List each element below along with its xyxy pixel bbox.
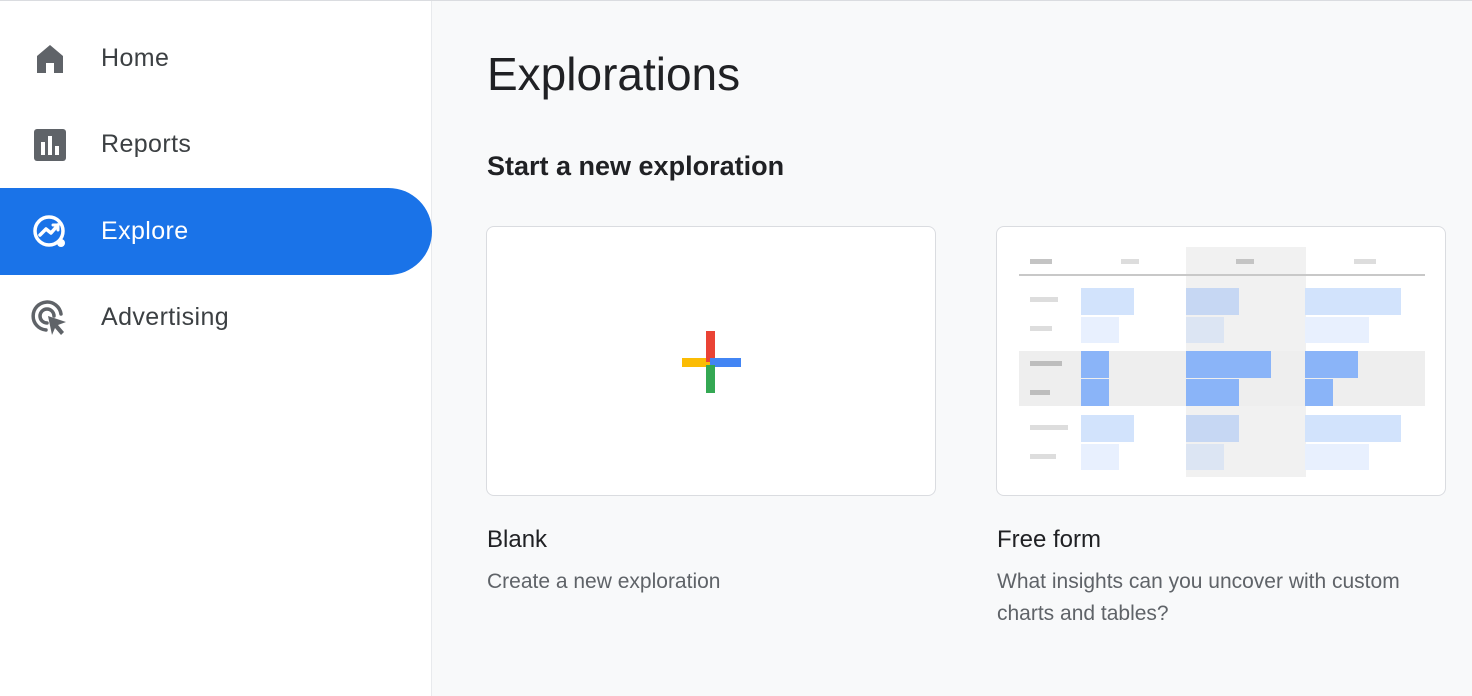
sidebar-nav: Home Reports Explore Advertising	[0, 1, 432, 696]
sidebar-item-label: Home	[101, 44, 170, 72]
page-title: Explorations	[487, 48, 741, 100]
blank-exploration-card[interactable]	[486, 226, 936, 496]
blank-card-description: Create a new exploration	[487, 570, 721, 593]
section-title: Start a new exploration	[487, 151, 785, 181]
sidebar-item-advertising[interactable]: Advertising	[0, 274, 432, 361]
free-form-card[interactable]	[996, 226, 1446, 496]
plus-icon	[682, 331, 742, 398]
sidebar-item-label: Reports	[101, 130, 192, 158]
reports-icon	[30, 125, 70, 165]
blank-card-title: Blank	[487, 526, 548, 553]
home-icon	[30, 39, 70, 79]
freeform-table-preview	[1019, 247, 1425, 477]
free-form-card-description: What insights can you uncover with custo…	[997, 570, 1400, 625]
advertising-icon	[30, 298, 70, 338]
sidebar-item-reports[interactable]: Reports	[0, 101, 432, 188]
explore-icon	[30, 212, 70, 252]
sidebar-item-label: Explore	[101, 217, 189, 245]
sidebar-item-home[interactable]: Home	[0, 15, 432, 102]
free-form-card-title: Free form	[997, 526, 1102, 553]
sidebar-item-label: Advertising	[101, 303, 230, 331]
main-content: Explorations Start a new exploration Bla…	[433, 1, 1472, 696]
sidebar-item-explore[interactable]: Explore	[0, 188, 432, 275]
